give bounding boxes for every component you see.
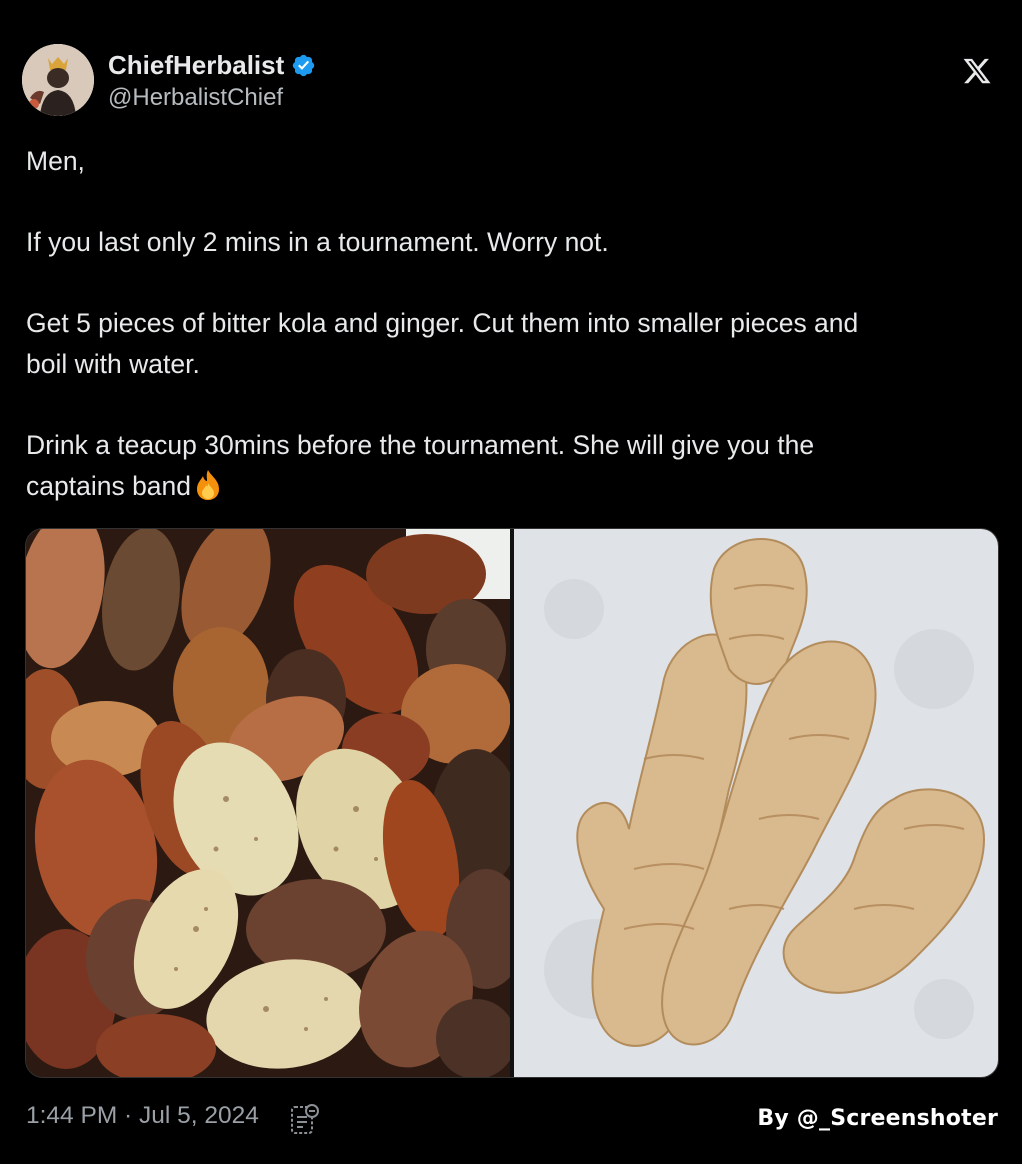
- tweet-timestamp[interactable]: 1:44 PM · Jul 5, 2024: [26, 1102, 259, 1130]
- tweet-text-line-6-text: captains band: [26, 471, 192, 501]
- tweet-time[interactable]: 1:44 PM: [26, 1102, 117, 1129]
- tweet-text-line-2: If you last only 2 mins in a tournament.…: [26, 227, 609, 257]
- avatar[interactable]: [22, 44, 94, 116]
- tweet-text-line-5: Drink a teacup 30mins before the tournam…: [26, 430, 815, 460]
- tweet-card: ChiefHerbalist @HerbalistChief Men, If y…: [0, 0, 1022, 1164]
- x-logo-icon[interactable]: [962, 56, 992, 86]
- timestamp-separator: ·: [117, 1102, 140, 1129]
- author-handle[interactable]: @HerbalistChief: [108, 84, 283, 112]
- author-name-text[interactable]: ChiefHerbalist: [108, 50, 284, 81]
- tweet-text-line-1: Men,: [26, 146, 85, 176]
- bitter-kola-image[interactable]: [26, 529, 510, 1077]
- tweet-text-line-6: captains band: [26, 466, 223, 506]
- fire-emoji-icon: [197, 470, 220, 500]
- tweet-media[interactable]: [25, 528, 999, 1078]
- verified-badge-icon: [293, 54, 315, 77]
- tweet-text-line-3: Get 5 pieces of bitter kola and ginger. …: [26, 308, 859, 338]
- avatar-image: [22, 44, 94, 116]
- tweet-text-line-4: boil with water.: [26, 349, 200, 379]
- tweet-date[interactable]: Jul 5, 2024: [139, 1102, 259, 1129]
- ginger-image[interactable]: [514, 529, 998, 1077]
- views-analytics-icon[interactable]: [290, 1102, 320, 1136]
- author-name[interactable]: ChiefHerbalist: [108, 50, 316, 81]
- screenshot-credit: By @_Screenshoter: [757, 1106, 998, 1131]
